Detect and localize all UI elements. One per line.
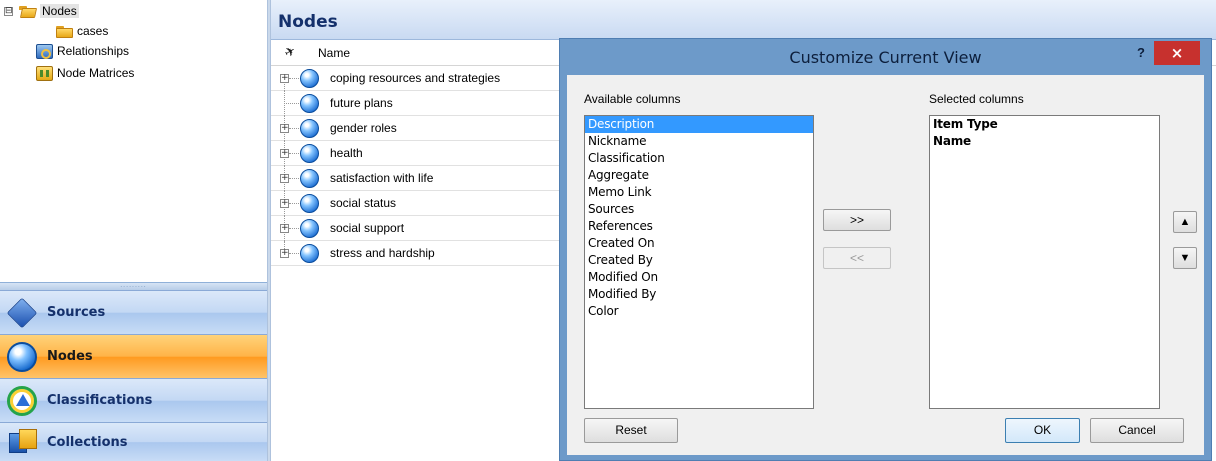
collections-icon [7, 427, 37, 457]
tree-item-cases[interactable]: cases [56, 21, 108, 41]
nav-button-label: Classifications [47, 393, 153, 408]
remove-column-button[interactable]: << [823, 247, 891, 269]
available-column-option[interactable]: Color [585, 303, 813, 320]
selected-columns-list[interactable]: Item Type Name [929, 115, 1160, 409]
selected-column-option[interactable]: Item Type [930, 116, 1159, 133]
nav-button-nodes[interactable]: Nodes [0, 334, 267, 378]
page-title: Nodes [278, 12, 338, 32]
dialog-title: Customize Current View [789, 48, 982, 67]
node-label: health [330, 146, 363, 160]
panel-header: Nodes [271, 0, 1216, 40]
add-column-button[interactable]: >> [823, 209, 891, 231]
reset-button[interactable]: Reset [584, 418, 678, 443]
node-row[interactable]: + gender roles [271, 116, 561, 141]
sources-icon [6, 297, 38, 328]
nav-button-collections[interactable]: Collections [0, 422, 267, 461]
tree-item-label: Nodes [40, 4, 79, 18]
collapse-icon[interactable]: ⊟ [4, 6, 13, 16]
expand-icon[interactable]: + [280, 249, 289, 258]
expand-icon[interactable]: + [280, 174, 289, 183]
ok-button[interactable]: OK [1005, 418, 1080, 443]
node-row[interactable]: + health [271, 141, 561, 166]
nodes-icon [7, 341, 37, 372]
available-column-option[interactable]: Modified On [585, 269, 813, 286]
help-button[interactable]: ? [1130, 43, 1152, 63]
tree-item-label: Relationships [57, 44, 130, 58]
node-icon [300, 144, 319, 163]
tree-item-nodes[interactable]: ⊟ Nodes [4, 1, 79, 21]
available-column-option[interactable]: Memo Link [585, 184, 813, 201]
node-label: future plans [330, 96, 393, 110]
folder-icon [56, 25, 73, 38]
column-header-name[interactable]: Name [318, 46, 350, 60]
nav-button-label: Sources [47, 305, 106, 320]
available-column-option[interactable]: Classification [585, 150, 813, 167]
cancel-button[interactable]: Cancel [1090, 418, 1184, 443]
available-column-option[interactable]: Nickname [585, 133, 813, 150]
selected-column-option[interactable]: Name [930, 133, 1159, 150]
tree-item-label: cases [77, 24, 109, 38]
expand-icon[interactable]: + [280, 74, 289, 83]
expand-icon[interactable]: + [280, 124, 289, 133]
navigation-tree: ⊟ Nodes cases Relationships Node Matrice… [0, 0, 267, 282]
open-folder-icon [19, 5, 38, 18]
available-column-option[interactable]: Aggregate [585, 167, 813, 184]
available-column-option[interactable]: Modified By [585, 286, 813, 303]
classifications-icon [7, 385, 37, 416]
node-label: satisfaction with life [330, 171, 434, 185]
navigation-splitter[interactable]: ......... [0, 282, 267, 290]
move-up-button[interactable]: ▲ [1173, 211, 1197, 233]
relationships-icon [36, 43, 53, 59]
arrow-up-icon: ▲ [1179, 216, 1191, 228]
expand-icon[interactable]: + [280, 149, 289, 158]
available-columns-label: Available columns [584, 92, 681, 106]
nav-button-label: Collections [47, 434, 128, 450]
available-column-option[interactable]: Created On [585, 235, 813, 252]
node-row[interactable]: + satisfaction with life [271, 166, 561, 191]
arrow-down-icon: ▼ [1179, 252, 1191, 264]
node-label: social support [330, 221, 405, 235]
node-icon [300, 244, 319, 263]
node-icon [300, 194, 319, 213]
expand-icon[interactable]: + [280, 199, 289, 208]
available-column-option[interactable]: Description [585, 116, 813, 133]
node-label: social status [330, 196, 397, 210]
node-row[interactable]: + social support [271, 216, 561, 241]
node-icon [300, 119, 319, 138]
move-down-button[interactable]: ▼ [1173, 247, 1197, 269]
node-row[interactable]: + social status [271, 191, 561, 216]
node-row[interactable]: + coping resources and strategies [271, 66, 561, 91]
node-icon [300, 219, 319, 238]
nav-button-label: Nodes [47, 349, 93, 364]
node-row[interactable]: future plans [271, 91, 561, 116]
dialog-titlebar[interactable]: Customize Current View ? × [560, 39, 1211, 75]
tree-item-label: Node Matrices [57, 66, 135, 80]
nav-button-classifications[interactable]: Classifications [0, 378, 267, 422]
nav-button-sources[interactable]: Sources [0, 290, 267, 334]
expand-icon[interactable]: + [280, 224, 289, 233]
tree-item-node-matrices[interactable]: Node Matrices [36, 63, 134, 83]
node-row[interactable]: + stress and hardship [271, 241, 561, 266]
tree-item-relationships[interactable]: Relationships [36, 41, 129, 61]
node-label: stress and hardship [330, 246, 435, 260]
dialog-body: Available columns Selected columns Descr… [567, 75, 1204, 455]
node-matrices-icon [36, 65, 53, 81]
available-column-option[interactable]: Created By [585, 252, 813, 269]
node-label: gender roles [330, 121, 397, 135]
available-column-option[interactable]: References [585, 218, 813, 235]
customize-view-dialog: Customize Current View ? × Available col… [559, 38, 1212, 461]
pin-icon[interactable]: ✈ [282, 43, 299, 61]
node-label: coping resources and strategies [330, 71, 501, 85]
available-columns-list[interactable]: Description Nickname Classification Aggrega… [584, 115, 814, 409]
selected-columns-label: Selected columns [929, 92, 1024, 106]
node-icon [300, 69, 319, 88]
node-icon [300, 169, 319, 188]
node-icon [300, 94, 319, 113]
available-column-option[interactable]: Sources [585, 201, 813, 218]
close-button[interactable]: × [1154, 41, 1200, 65]
